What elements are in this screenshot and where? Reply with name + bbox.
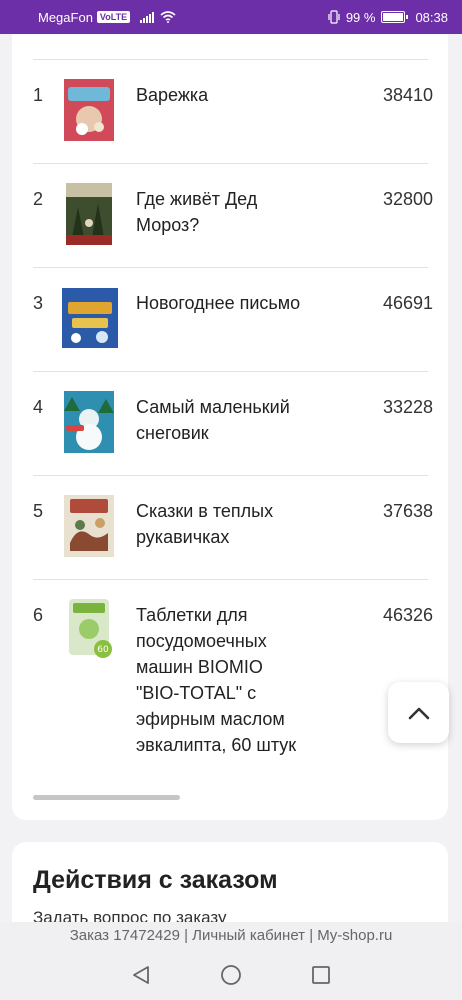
row-index: 3: [33, 293, 44, 313]
product-code: 46326: [383, 605, 434, 625]
chevron-up-icon: [408, 707, 429, 719]
product-name[interactable]: Где живёт Дед Мороз?: [136, 186, 301, 238]
table-row[interactable]: 4 Самый маленький снеговик 33228: [33, 371, 433, 475]
square-recent-icon[interactable]: [310, 964, 332, 986]
product-name[interactable]: Сказки в теплых рукавичках: [136, 498, 301, 550]
triangle-back-icon[interactable]: [130, 964, 152, 986]
carrier-info: MegaFon VoLTE: [38, 9, 131, 25]
table-row[interactable]: 5 Сказки в теплых рукавичках 37638: [33, 475, 433, 579]
svg-text:60: 60: [97, 645, 109, 655]
product-name[interactable]: Новогоднее письмо: [136, 290, 301, 316]
product-code: 38410: [383, 85, 434, 105]
wifi-icon: [160, 11, 176, 23]
product-thumbnail[interactable]: [61, 182, 117, 246]
row-index: 6: [33, 605, 44, 625]
carrier-name: MegaFon: [38, 9, 93, 25]
back-to-top-button[interactable]: [388, 682, 449, 743]
table-row[interactable]: 6 60 Таблетки для посудомоечных машин BI…: [33, 579, 433, 785]
product-thumbnail[interactable]: [61, 286, 119, 350]
product-name[interactable]: Таблетки для посудомоечных машин BIOMIO …: [136, 602, 301, 758]
product-code: 46691: [383, 293, 434, 313]
battery-percent: 99 %: [345, 9, 376, 25]
product-thumbnail[interactable]: [61, 78, 117, 142]
volte-badge: VoLTE: [96, 11, 131, 23]
actions-title: Действия с заказом: [33, 866, 278, 894]
signal-icon: [140, 11, 155, 23]
table-row[interactable]: 2 Где живёт Дед Мороз? 32800: [33, 163, 433, 267]
table-row[interactable]: 3 Новогоднее письмо 46691: [33, 267, 433, 371]
row-index: 1: [33, 85, 44, 105]
table-row[interactable]: 1 Варежка 38410: [33, 59, 433, 163]
clock: 08:38: [415, 9, 448, 25]
product-code: 32800: [383, 189, 434, 209]
vibrate-icon: [328, 10, 340, 24]
product-code: 33228: [383, 397, 434, 417]
product-name[interactable]: Самый маленький снеговик: [136, 394, 301, 446]
product-code: 37638: [383, 501, 434, 521]
circle-home-icon[interactable]: [220, 964, 242, 986]
order-products-card: 1 Варежка 38410 2 Где живёт Дед Мороз? 3…: [12, 34, 448, 820]
status-bar: MegaFon VoLTE 99 % 08:38: [0, 0, 462, 34]
product-thumbnail[interactable]: 60: [61, 598, 117, 662]
battery-icon: [381, 11, 409, 23]
row-index: 4: [33, 397, 44, 417]
system-navigation-bar: [0, 950, 462, 1000]
row-index: 2: [33, 189, 44, 209]
horizontal-scrollbar[interactable]: [33, 795, 180, 800]
product-name[interactable]: Варежка: [136, 82, 301, 108]
products-table[interactable]: 1 Варежка 38410 2 Где живёт Дед Мороз? 3…: [33, 59, 433, 785]
page-footer[interactable]: Заказ 17472429 | Личный кабинет | My-sho…: [0, 922, 462, 950]
product-thumbnail[interactable]: [61, 390, 117, 454]
row-index: 5: [33, 501, 44, 521]
product-thumbnail[interactable]: [61, 494, 117, 558]
